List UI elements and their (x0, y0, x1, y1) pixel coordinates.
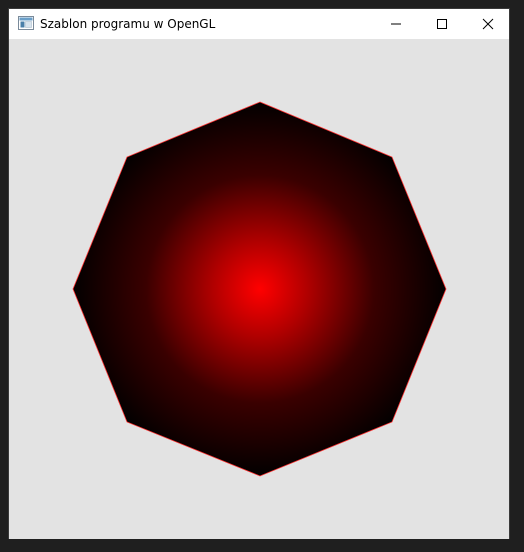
maximize-icon (437, 19, 447, 29)
minimize-button[interactable] (373, 9, 419, 39)
close-button[interactable] (465, 9, 511, 39)
window-title: Szablon programu w OpenGL (40, 17, 216, 31)
title-bar[interactable]: Szablon programu w OpenGL (9, 9, 509, 39)
app-window-icon (18, 16, 34, 30)
app-window: Szablon programu w OpenGL (8, 8, 510, 539)
close-icon (482, 18, 494, 30)
opengl-viewport[interactable] (9, 39, 509, 539)
render-canvas (72, 101, 447, 477)
minimize-icon (391, 23, 401, 25)
octagon-shape (72, 101, 447, 477)
maximize-button[interactable] (419, 9, 465, 39)
